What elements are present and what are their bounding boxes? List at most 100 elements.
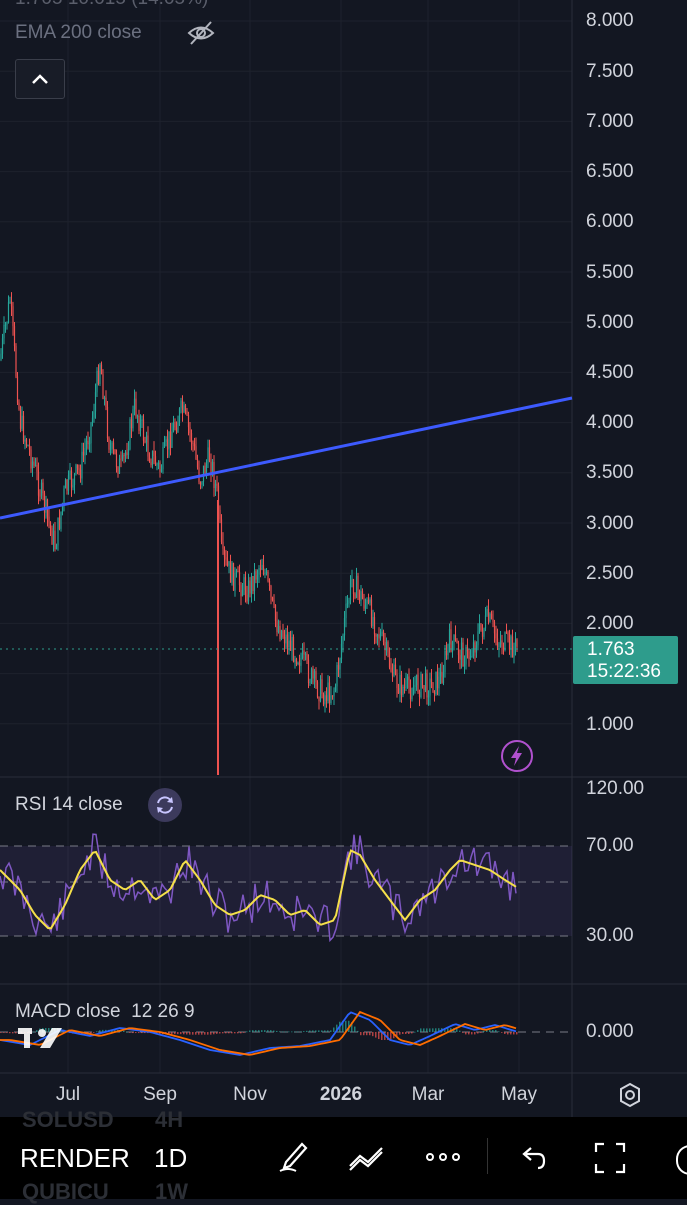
- candle-body: [333, 690, 335, 697]
- candle-body: [492, 618, 494, 622]
- candle-body: [340, 643, 343, 659]
- candle-body: [4, 324, 7, 326]
- candle-body: [454, 634, 457, 641]
- candle-body: [367, 599, 370, 603]
- candle-body: [352, 579, 355, 595]
- price-tick: 2.000: [586, 613, 634, 634]
- candle-body: [220, 519, 223, 542]
- candle-body: [93, 411, 95, 418]
- undo-icon[interactable]: [518, 1144, 546, 1177]
- macd-tick: 0.000: [586, 1021, 634, 1042]
- price-tick: 7.000: [586, 111, 634, 132]
- symbol-button[interactable]: RENDER: [20, 1143, 130, 1174]
- trend-line-icon[interactable]: [346, 1142, 386, 1179]
- candle-body: [88, 443, 91, 445]
- candle-body: [387, 641, 389, 653]
- candle-body: [358, 590, 361, 601]
- candle-body: [51, 528, 53, 545]
- more-icon[interactable]: [424, 1150, 462, 1169]
- candle-body: [364, 605, 367, 609]
- collapse-legend-button[interactable]: [15, 59, 65, 99]
- candle-body: [196, 458, 199, 468]
- candle-body: [16, 376, 19, 403]
- candle-body: [67, 475, 70, 491]
- candle-body: [360, 591, 362, 601]
- candle-body: [390, 667, 392, 672]
- candle-body: [301, 650, 304, 659]
- candle-body: [63, 488, 65, 504]
- candle-body: [430, 678, 433, 683]
- candle-body: [496, 638, 499, 648]
- candle-body: [135, 398, 137, 417]
- macd-hist-bar: [288, 1031, 290, 1033]
- candle-body: [108, 438, 110, 450]
- candle-body: [172, 422, 175, 432]
- candle-body: [208, 447, 211, 462]
- candle-body: [409, 687, 412, 700]
- candle-body: [141, 419, 143, 421]
- ghost-symbol-above: SOLUSD: [22, 1107, 114, 1132]
- lightning-icon[interactable]: [500, 739, 534, 778]
- candle-body: [439, 671, 442, 677]
- candle-body: [459, 655, 461, 660]
- candle-body: [357, 575, 359, 591]
- macd-hist-bar: [141, 1032, 143, 1034]
- candle-body: [306, 653, 308, 660]
- macd-hist-bar: [219, 1032, 221, 1034]
- macd-hist-bar: [279, 1031, 281, 1033]
- eye-off-icon[interactable]: [186, 18, 216, 53]
- candle-body: [336, 665, 338, 687]
- candle-body: [349, 580, 352, 601]
- macd-hist-bar: [516, 1032, 518, 1035]
- macd-hist-bar: [321, 1030, 323, 1032]
- macd-hist-bar: [378, 1032, 380, 1040]
- candle-body: [64, 479, 67, 489]
- interval-button[interactable]: 1D: [154, 1143, 187, 1174]
- header-clipped-values: 1.705 10.015 (14.05%): [15, 0, 208, 10]
- macd-hist-bar: [222, 1032, 224, 1034]
- macd-hist-bar: [477, 1032, 479, 1034]
- candle-body: [142, 419, 145, 441]
- brush-icon[interactable]: [276, 1140, 310, 1179]
- candle-body: [507, 632, 509, 635]
- chevron-up-icon: [32, 74, 48, 84]
- trend-line[interactable]: [0, 396, 573, 520]
- candle-body: [411, 695, 413, 700]
- candle-body: [480, 623, 482, 631]
- candle-body: [274, 604, 277, 622]
- settings-icon[interactable]: [617, 1082, 643, 1113]
- fullscreen-icon[interactable]: [594, 1142, 626, 1179]
- macd-hist-bar: [267, 1030, 269, 1032]
- candle-body: [373, 617, 376, 635]
- candle-body: [298, 662, 301, 666]
- candle-body: [457, 643, 460, 656]
- candle-body: [25, 439, 28, 446]
- candle-body: [514, 639, 517, 647]
- chart-canvas[interactable]: [0, 0, 687, 1117]
- candle-body: [408, 676, 410, 688]
- candle-body: [283, 636, 286, 644]
- candle-body: [85, 440, 88, 449]
- candle-body: [42, 482, 44, 494]
- candle-body: [501, 640, 503, 648]
- refresh-icon[interactable]: [148, 788, 182, 822]
- macd-hist-bar: [483, 1030, 485, 1032]
- candle-body: [54, 530, 56, 550]
- macd-hist-bar: [270, 1030, 272, 1032]
- candle-body: [267, 571, 269, 581]
- macd-hist-bar: [174, 1032, 176, 1035]
- price-tick: 4.000: [586, 412, 634, 433]
- candle-body: [19, 409, 22, 429]
- candle-body: [484, 615, 487, 629]
- candle-body: [498, 644, 500, 648]
- candle-body: [499, 640, 502, 645]
- candle-body: [235, 571, 238, 573]
- macd-hist-bar: [513, 1032, 515, 1035]
- candle-body: [444, 650, 446, 673]
- macd-hist-bar: [201, 1032, 203, 1035]
- candle-body: [348, 600, 350, 604]
- macd-hist-bar: [189, 1032, 191, 1035]
- candle-body: [154, 456, 157, 466]
- macd-hist-bar: [264, 1030, 266, 1032]
- candle-body: [394, 664, 397, 675]
